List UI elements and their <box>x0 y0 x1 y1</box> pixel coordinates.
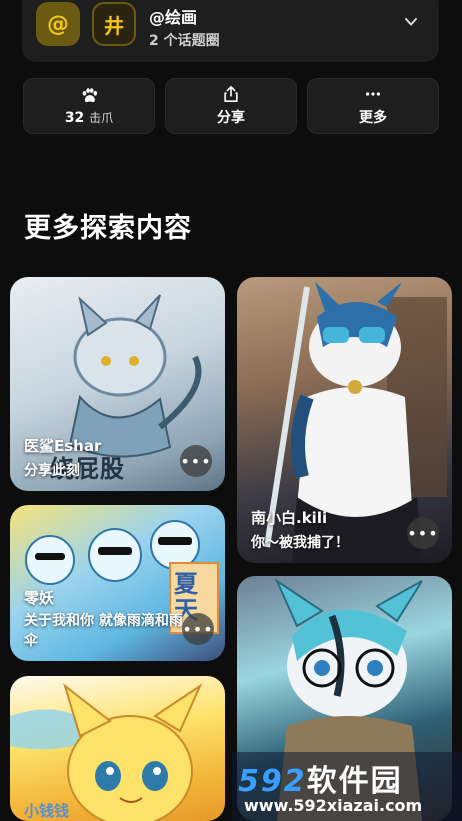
card-author: 南小白.kili <box>251 509 328 527</box>
hash-badge-icon: 井 <box>92 2 136 46</box>
topic-count: 2 个话题圈 <box>149 33 220 49</box>
at-badge-icon: @ <box>36 2 80 46</box>
share-label: 分享 <box>217 110 245 126</box>
share-button[interactable]: 分享 <box>165 78 297 134</box>
watermark-logo: 592软件园 www.592xiazai.com <box>232 752 462 821</box>
card-caption: 关于我和你 就像雨滴和雨伞 <box>24 613 183 649</box>
claw-count: 32 <box>64 109 85 126</box>
card-author: 医鲨Eshar <box>24 437 102 455</box>
paw-icon <box>82 87 98 102</box>
watermark-url: www.592xiazai.com <box>244 796 423 815</box>
chevron-down-icon[interactable] <box>405 16 417 28</box>
card-more-button[interactable]: ••• <box>182 613 214 645</box>
feed-card[interactable]: 小钱钱 <box>10 676 225 821</box>
topic-name: @绘画 <box>149 8 198 27</box>
claw-unit: 击爪 <box>89 110 114 125</box>
feed-card[interactable]: 绕屁股 医鲨Eshar 分享此刻 ••• <box>10 277 225 491</box>
card-caption: 你～被我捕了！ <box>251 535 349 551</box>
section-title: 更多探索内容 <box>24 213 192 244</box>
claw-button[interactable]: 32 击爪 <box>23 78 155 134</box>
card-more-button[interactable]: ••• <box>180 445 212 477</box>
card-more-button[interactable]: ••• <box>407 517 439 549</box>
more-label: 更多 <box>359 110 387 126</box>
card-caption: 分享此刻 <box>24 463 80 479</box>
topic-card[interactable]: @ 井 @绘画 2 个话题圈 <box>22 0 439 62</box>
watermark-number: 592 <box>238 764 307 799</box>
feed-card[interactable]: 夏天 零妖 关于我和你 就像雨滴和雨伞 ••• <box>10 505 225 661</box>
more-dots-icon <box>365 92 381 96</box>
share-icon <box>224 85 238 103</box>
feed-card[interactable]: 南小白.kili 你～被我捕了！ ••• <box>237 277 452 563</box>
card-author: 小钱钱 <box>24 802 70 820</box>
watermark-suffix: 软件园 <box>306 764 403 799</box>
more-button[interactable]: 更多 <box>307 78 439 134</box>
card-author: 零妖 <box>24 589 55 607</box>
